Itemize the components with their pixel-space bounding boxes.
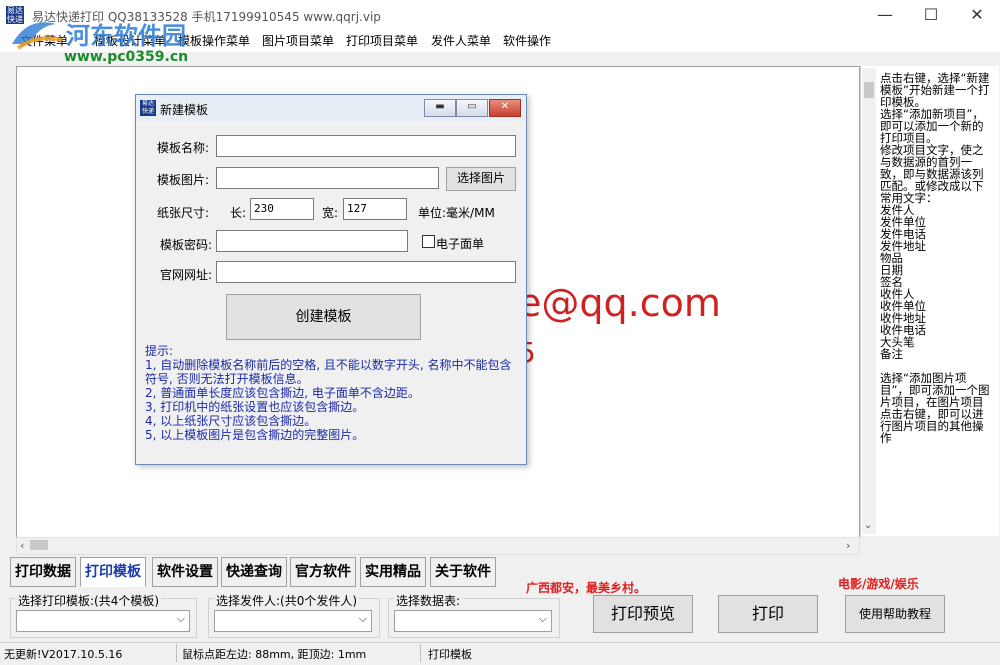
tab-about[interactable]: 关于软件 [430,557,496,587]
promo-text-right[interactable]: 电影/游戏/娱乐 [838,575,919,592]
e-sheet-label: 电子面单 [436,237,485,251]
dialog-title: 新建模板 [160,103,209,117]
datatable-select[interactable]: ⌵ [394,610,552,632]
horizontal-scrollbar[interactable] [16,537,860,555]
print-button[interactable]: 打印 [718,595,818,633]
watermark-logo-icon [12,22,63,50]
status-divider [176,644,177,662]
e-sheet-checkbox[interactable] [422,235,435,248]
length-input[interactable]: 230 [250,198,314,220]
length-label: 长: [230,206,247,220]
template-password-input[interactable] [216,230,408,252]
menu-software[interactable]: 软件操作 [503,32,551,49]
help-text: 点击右键，选择“新建模板”开始新建一个打印模板。 选择“添加新项目”，即可以添加… [880,71,990,445]
datatable-select-label: 选择数据表: [394,592,463,609]
tab-software-settings[interactable]: 软件设置 [152,557,218,587]
status-update: 无更新!V2017.10.5.16 [4,648,123,661]
choose-image-button[interactable]: 选择图片 [446,167,516,191]
scroll-down-icon[interactable]: ⌄ [864,520,872,531]
dialog-maximize-icon[interactable]: ▭ [456,99,488,117]
template-password-label: 模板密码: [160,238,213,252]
dialog-tips: 提示: 1, 自动删除模板名称前后的空格, 且不能以数字开头, 名称中不能包含符… [145,344,512,442]
dialog-minimize-icon[interactable]: ▬ [424,99,456,117]
maximize-button[interactable]: ☐ [908,0,954,30]
status-mode: 打印模板 [428,648,472,661]
website-input[interactable] [216,261,516,283]
width-input[interactable]: 127 [343,198,407,220]
menu-sender[interactable]: 发件人菜单 [431,32,491,49]
status-bar [0,642,1000,665]
menu-image-item[interactable]: 图片项目菜单 [262,32,334,49]
website-label: 官网网址: [160,268,213,282]
watermark-url: www.pc0359.cn [64,49,189,65]
help-tutorial-button[interactable]: 使用帮助教程 [845,595,945,633]
dialog-close-icon[interactable]: ✕ [489,99,521,117]
template-name-label: 模板名称: [157,141,210,155]
dialog-app-icon: 易达 快递 [140,100,156,116]
status-divider [420,644,421,662]
help-scrollbar[interactable] [862,68,876,534]
paper-size-label: 纸张尺寸: [157,206,210,220]
tab-useful-picks[interactable]: 实用精品 [360,557,426,587]
minimize-button[interactable]: — [862,0,908,30]
unit-label: 单位:毫米/MM [418,206,495,220]
close-button[interactable]: ✕ [954,0,1000,30]
menu-print-item[interactable]: 打印项目菜单 [346,32,418,49]
template-image-input[interactable] [216,167,439,189]
sender-select-label: 选择发件人:(共0个发件人) [214,592,360,609]
help-scroll-thumb[interactable] [864,82,874,98]
sender-select[interactable]: ⌵ [214,610,372,632]
template-select[interactable]: ⌵ [16,610,190,632]
menu-template-operation[interactable]: 模板操作菜单 [178,32,250,49]
print-preview-button[interactable]: 打印预览 [593,595,693,633]
create-template-button[interactable]: 创建模板 [226,294,421,340]
scroll-right-icon[interactable]: › [846,539,850,552]
promo-text-left[interactable]: 广西都安，最美乡村。 [526,579,646,596]
tab-official-software[interactable]: 官方软件 [290,557,356,587]
width-label: 宽: [322,206,339,220]
template-image-label: 模板图片: [157,173,210,187]
status-mouse-position: 鼠标点距左边: 88mm, 距顶边: 1mm [182,648,367,661]
tab-print-data[interactable]: 打印数据 [10,557,76,587]
scroll-left-icon[interactable]: ‹ [20,539,24,552]
horizontal-scroll-thumb[interactable] [30,540,48,550]
template-select-label: 选择打印模板:(共4个模板) [16,592,162,609]
canvas-text-item[interactable]: e@qq.com [518,281,721,325]
watermark-text: 河东软件园 [66,21,186,50]
chevron-down-icon: ⌵ [358,612,367,625]
tab-print-template[interactable]: 打印模板 [80,557,146,587]
chevron-down-icon: ⌵ [538,612,547,625]
tab-express-query[interactable]: 快递查询 [221,557,287,587]
chevron-down-icon: ⌵ [176,612,185,625]
template-name-input[interactable] [216,135,516,157]
